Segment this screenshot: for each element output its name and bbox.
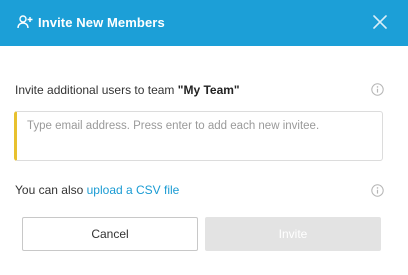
- invite-button[interactable]: Invite: [205, 217, 381, 251]
- email-input[interactable]: [14, 111, 383, 161]
- close-icon[interactable]: [370, 12, 390, 32]
- modal-header: Invite New Members: [0, 0, 408, 46]
- info-icon[interactable]: [371, 83, 384, 96]
- info-icon[interactable]: [371, 184, 384, 197]
- invite-description: Invite additional users to team "My Team…: [15, 82, 240, 98]
- add-user-icon: [17, 15, 33, 29]
- csv-upload-line: You can also upload a CSV file: [15, 182, 179, 198]
- invite-description-text: Invite additional users to team: [15, 83, 178, 97]
- cancel-button[interactable]: Cancel: [22, 217, 198, 251]
- team-name: "My Team": [177, 83, 240, 97]
- upload-csv-link[interactable]: upload a CSV file: [87, 183, 180, 197]
- invite-members-modal: Invite New Members Invite additional use…: [0, 0, 408, 275]
- modal-title: Invite New Members: [38, 15, 165, 30]
- csv-upload-text: You can also: [15, 183, 87, 197]
